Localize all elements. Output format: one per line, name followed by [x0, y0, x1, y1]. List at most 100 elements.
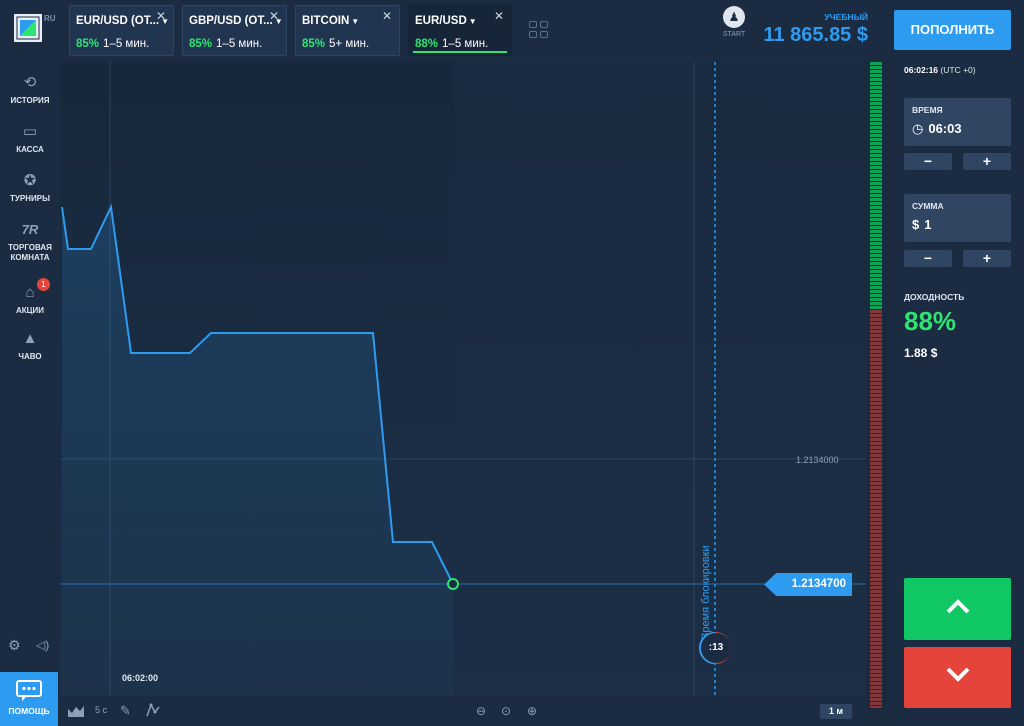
- sidebar-item-label: КАССА: [16, 145, 44, 154]
- sentiment-down-segment: [870, 374, 882, 377]
- sentiment-up-segment: [870, 274, 882, 277]
- profit-amount: 1.88 $: [904, 346, 938, 360]
- sentiment-up-segment: [870, 206, 882, 209]
- sentiment-down-segment: [870, 654, 882, 657]
- sentiment-down-segment: [870, 502, 882, 505]
- zoom-out-icon[interactable]: ⊖: [476, 704, 486, 718]
- sidebar-item-label: ТОРГОВАЯ КОМНАТА: [8, 243, 52, 262]
- sentiment-down-segment: [870, 466, 882, 469]
- sentiment-down-segment: [870, 410, 882, 413]
- sidebar-item-history[interactable]: ⟲ ИСТОРИЯ: [0, 74, 60, 106]
- sidebar-item-label: ЧАВО: [18, 352, 42, 361]
- sentiment-down-segment: [870, 550, 882, 553]
- wallet-icon: ▭: [22, 123, 38, 140]
- logo[interactable]: RU: [14, 14, 56, 42]
- sentiment-down-segment: [870, 314, 882, 317]
- sentiment-down-segment: [870, 622, 882, 625]
- sentiment-up-segment: [870, 254, 882, 257]
- start-button[interactable]: ♟ START: [718, 6, 750, 38]
- tab-payout: 88%: [415, 38, 439, 50]
- timeframe-button[interactable]: 1 м: [820, 704, 852, 719]
- sentiment-up-segment: [870, 198, 882, 201]
- asset-tab-active[interactable]: EUR/USD ▼ ✕ 88% 1–5 мин.: [408, 5, 512, 56]
- sentiment-down-segment: [870, 470, 882, 473]
- sentiment-down-segment: [870, 674, 882, 677]
- sentiment-up-segment: [870, 98, 882, 101]
- sentiment-down-segment: [870, 406, 882, 409]
- sentiment-down-segment: [870, 322, 882, 325]
- drawing-tools-icon[interactable]: [146, 703, 160, 717]
- sentiment-down-segment: [870, 614, 882, 617]
- amount-decrease-button[interactable]: −: [904, 250, 952, 267]
- asset-tab[interactable]: BITCOIN ▼ ✕ 85% 5+ мин.: [295, 5, 400, 56]
- history-icon: ⟲: [23, 74, 37, 91]
- sidebar-item-trading-room[interactable]: 7R ТОРГОВАЯ КОМНАТА: [0, 221, 60, 263]
- sidebar-item-faq[interactable]: ▲ ЧАВО: [0, 330, 60, 362]
- time-field-label: ВРЕМЯ: [912, 105, 943, 115]
- tab-name: EUR/USD: [415, 15, 467, 27]
- sidebar-item-cashier[interactable]: ▭ КАССА: [0, 123, 60, 155]
- close-icon[interactable]: ✕: [382, 9, 392, 23]
- sentiment-down-segment: [870, 670, 882, 673]
- sentiment-down-segment: [870, 318, 882, 321]
- sentiment-down-segment: [870, 678, 882, 681]
- sentiment-up-segment: [870, 190, 882, 193]
- sentiment-down-segment: [870, 618, 882, 621]
- close-icon[interactable]: ✕: [269, 9, 279, 23]
- time-field[interactable]: ВРЕМЯ ◷ 06:03: [904, 98, 1011, 146]
- sentiment-up-segment: [870, 138, 882, 141]
- sentiment-down-segment: [870, 682, 882, 685]
- zoom-in-icon[interactable]: ⊕: [527, 704, 537, 718]
- call-up-button[interactable]: [904, 578, 1011, 640]
- sidebar-item-tournaments[interactable]: ✪ ТУРНИРЫ: [0, 172, 60, 204]
- time-decrease-button[interactable]: −: [904, 153, 952, 170]
- timezone: (UTC +0): [940, 65, 976, 75]
- sentiment-up-segment: [870, 118, 882, 121]
- sentiment-up-segment: [870, 150, 882, 153]
- close-icon[interactable]: ✕: [494, 9, 504, 23]
- sentiment-down-segment: [870, 494, 882, 497]
- sidebar-item-label: ИСТОРИЯ: [10, 96, 50, 105]
- sentiment-up-segment: [870, 162, 882, 165]
- sentiment-down-segment: [870, 506, 882, 509]
- chart-type-icon[interactable]: [68, 705, 84, 717]
- sentiment-up-segment: [870, 126, 882, 129]
- clock-icon: ◷: [912, 121, 924, 136]
- account-type[interactable]: УЧЕБНЫЙ: [824, 12, 868, 22]
- sentiment-up-segment: [870, 266, 882, 269]
- amount-field-value: 1: [924, 217, 932, 232]
- account-balance[interactable]: 11 865.85 $: [763, 24, 868, 47]
- sentiment-down-segment: [870, 350, 882, 353]
- fit-view-icon[interactable]: ⊙: [501, 704, 511, 718]
- layout-grid-icon[interactable]: [529, 21, 549, 39]
- sentiment-up-segment: [870, 142, 882, 145]
- amount-increase-button[interactable]: +: [963, 250, 1011, 267]
- sentiment-down-segment: [870, 534, 882, 537]
- sentiment-down-segment: [870, 578, 882, 581]
- help-button[interactable]: ПОМОЩЬ: [0, 672, 58, 726]
- sound-icon[interactable]: ◁): [36, 638, 52, 652]
- sidebar-item-promotions[interactable]: ⌂ 1 АКЦИИ: [0, 278, 60, 316]
- sentiment-up-segment: [870, 258, 882, 261]
- sentiment-up-segment: [870, 86, 882, 89]
- sentiment-up-segment: [870, 110, 882, 113]
- asset-tab[interactable]: EUR/USD (OT... ▼ ✕ 85% 1–5 мин.: [69, 5, 174, 56]
- amount-field[interactable]: СУММА $1: [904, 194, 1011, 242]
- settings-icon[interactable]: ⚙: [8, 638, 22, 652]
- price-chart[interactable]: [60, 62, 866, 696]
- interval-label[interactable]: 5 с: [95, 705, 107, 715]
- deposit-button[interactable]: ПОПОЛНИТЬ: [894, 10, 1011, 50]
- asset-tab[interactable]: GBP/USD (OT... ▼ ✕ 85% 1–5 мин.: [182, 5, 287, 56]
- sentiment-up-segment: [870, 114, 882, 117]
- sentiment-up-segment: [870, 90, 882, 93]
- time-increase-button[interactable]: +: [963, 153, 1011, 170]
- sentiment-up-segment: [870, 134, 882, 137]
- ruler-icon[interactable]: ✎: [120, 703, 131, 719]
- close-icon[interactable]: ✕: [156, 9, 166, 23]
- sentiment-down-segment: [870, 354, 882, 357]
- sentiment-up-segment: [870, 106, 882, 109]
- sentiment-up-segment: [870, 66, 882, 69]
- sentiment-down-segment: [870, 634, 882, 637]
- tab-duration: 1–5 мин.: [103, 38, 150, 50]
- put-down-button[interactable]: [904, 647, 1011, 708]
